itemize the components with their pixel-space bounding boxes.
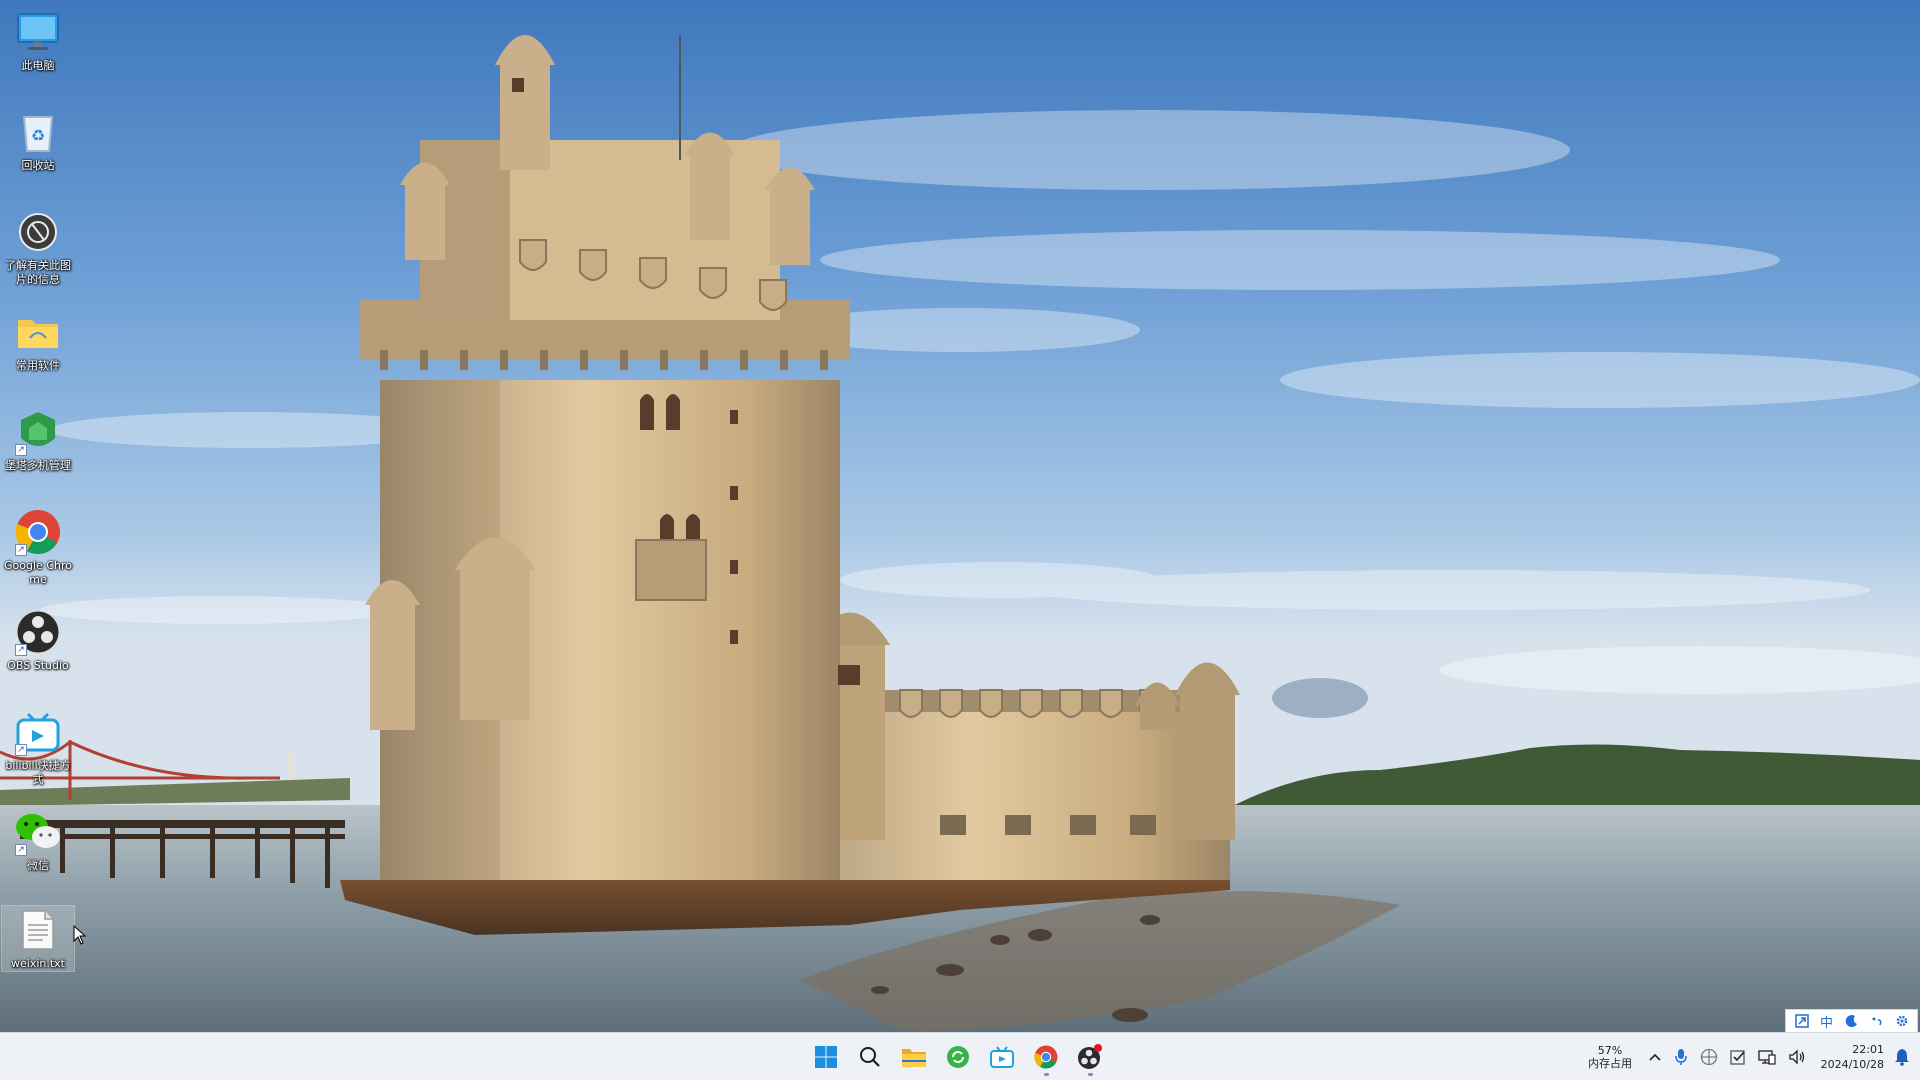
checkbox-icon [1730, 1050, 1745, 1065]
tray-volume[interactable] [1782, 1037, 1812, 1077]
green-shield-icon: ↗ [14, 408, 62, 456]
volume-icon [1789, 1049, 1805, 1065]
desktop-icon-label: OBS Studio [7, 659, 69, 672]
desktop-icon-label: 常用软件 [16, 359, 60, 372]
recycle-bin-icon: ♻ [14, 108, 62, 156]
network-icon [1758, 1050, 1776, 1065]
camera-info-icon [14, 208, 62, 256]
taskbar-clock[interactable]: 22:01 2024/10/28 [1812, 1037, 1888, 1077]
show-hidden-icons-button[interactable] [1642, 1037, 1668, 1077]
taskbar-obs[interactable] [1072, 1037, 1108, 1077]
desktop-icon-recycle-bin[interactable]: ♻ 回收站 [2, 108, 74, 173]
svg-text:♻: ♻ [31, 126, 45, 145]
microphone-icon [1675, 1049, 1687, 1065]
moon-punctuation-icon[interactable] [1842, 1011, 1862, 1031]
chrome-icon [1034, 1045, 1058, 1069]
desktop-icon-label: 微信 [27, 859, 49, 872]
shortcut-arrow-icon: ↗ [15, 844, 27, 856]
shortcut-arrow-icon: ↗ [15, 644, 27, 656]
ime-chinese-mode-button[interactable]: 中 [1817, 1011, 1837, 1031]
text-file-icon [14, 906, 62, 954]
tray-microphone[interactable] [1668, 1037, 1694, 1077]
bell-icon [1895, 1049, 1909, 1066]
green-refresh-icon [947, 1046, 969, 1068]
memory-label: 内存占用 [1588, 1057, 1632, 1070]
desktop-icon-common-software[interactable]: 常用软件 [2, 308, 74, 373]
desktop-icon-label: weixin.txt [11, 957, 65, 970]
desktop-icon-multi-manager[interactable]: ↗ 堡塔多机管理 [2, 408, 74, 473]
windows-start-icon [815, 1046, 837, 1068]
desktop-icon-label: Google Chrome [4, 559, 72, 586]
clock-date: 2024/10/28 [1820, 1058, 1884, 1071]
tray-network[interactable] [1752, 1037, 1782, 1077]
mouse-pointer-icon [73, 925, 87, 945]
desktop-icon-label: 回收站 [21, 159, 55, 172]
tray-input-language[interactable] [1694, 1037, 1724, 1077]
monitor-icon [14, 8, 62, 56]
running-indicator [1088, 1073, 1093, 1076]
taskbar-bilibili[interactable] [984, 1037, 1020, 1077]
shortcut-arrow-icon: ↗ [15, 444, 27, 456]
bilibili-tv-icon: ↗ [14, 708, 62, 756]
desktop-icon-label: bilibili快捷方式 [5, 759, 71, 786]
notification-center-button[interactable] [1888, 1037, 1920, 1077]
search-icon [860, 1047, 880, 1067]
chevron-up-icon [1649, 1053, 1661, 1061]
chrome-icon: ↗ [14, 508, 62, 556]
shortcut-arrow-icon: ↗ [15, 544, 27, 556]
ime-toolbar: 中 [1785, 1009, 1918, 1033]
obs-icon: ↗ [14, 608, 62, 656]
taskbar: 57% 内存占用 22:01 2024/10/28 [0, 1032, 1920, 1080]
taskbar-chrome[interactable] [1028, 1037, 1064, 1077]
desktop-icon-label: 堡塔多机管理 [5, 459, 71, 472]
wechat-icon: ↗ [14, 808, 62, 856]
desktop-icon-label: 了解有关此图片的信息 [5, 259, 71, 286]
tray-checkbox[interactable] [1724, 1037, 1752, 1077]
memory-usage-indicator[interactable]: 57% 内存占用 [1578, 1037, 1642, 1077]
desktop-wallpaper [0, 0, 1920, 1035]
bilibili-tv-icon [990, 1046, 1014, 1068]
start-button[interactable] [808, 1037, 844, 1077]
taskbar-search-button[interactable] [852, 1037, 888, 1077]
desktop-icon-wechat[interactable]: ↗ 微信 [2, 808, 74, 873]
running-indicator [1044, 1073, 1049, 1076]
memory-percent: 57% [1597, 1044, 1623, 1057]
shortcut-arrow-icon: ↗ [15, 744, 27, 756]
clock-time: 22:01 [1852, 1043, 1884, 1056]
taskbar-green-app[interactable] [940, 1037, 976, 1077]
obs-icon [1078, 1044, 1102, 1069]
dot-icon[interactable] [1867, 1011, 1887, 1031]
input-language-icon [1700, 1048, 1718, 1066]
desktop-icon-weixin-txt[interactable]: weixin.txt [1, 905, 75, 972]
settings-gear-icon[interactable] [1892, 1011, 1912, 1031]
desktop-icon-google-chrome[interactable]: ↗ Google Chrome [2, 508, 74, 587]
desktop-icon-label: 此电脑 [21, 59, 55, 72]
desktop-icon-learn-about-picture[interactable]: 了解有关此图片的信息 [2, 208, 74, 287]
taskbar-app-list [808, 1033, 1108, 1080]
folder-icon [902, 1049, 926, 1067]
folder-icon [14, 308, 62, 356]
desktop-icon-bilibili[interactable]: ↗ bilibili快捷方式 [2, 708, 74, 787]
desktop-icon-obs-studio[interactable]: ↗ OBS Studio [2, 608, 74, 673]
expand-icon[interactable] [1792, 1011, 1812, 1031]
desktop-icon-this-pc[interactable]: 此电脑 [2, 8, 74, 73]
taskbar-file-explorer[interactable] [896, 1037, 932, 1077]
system-tray: 57% 内存占用 22:01 2024/10/28 [1578, 1033, 1920, 1080]
